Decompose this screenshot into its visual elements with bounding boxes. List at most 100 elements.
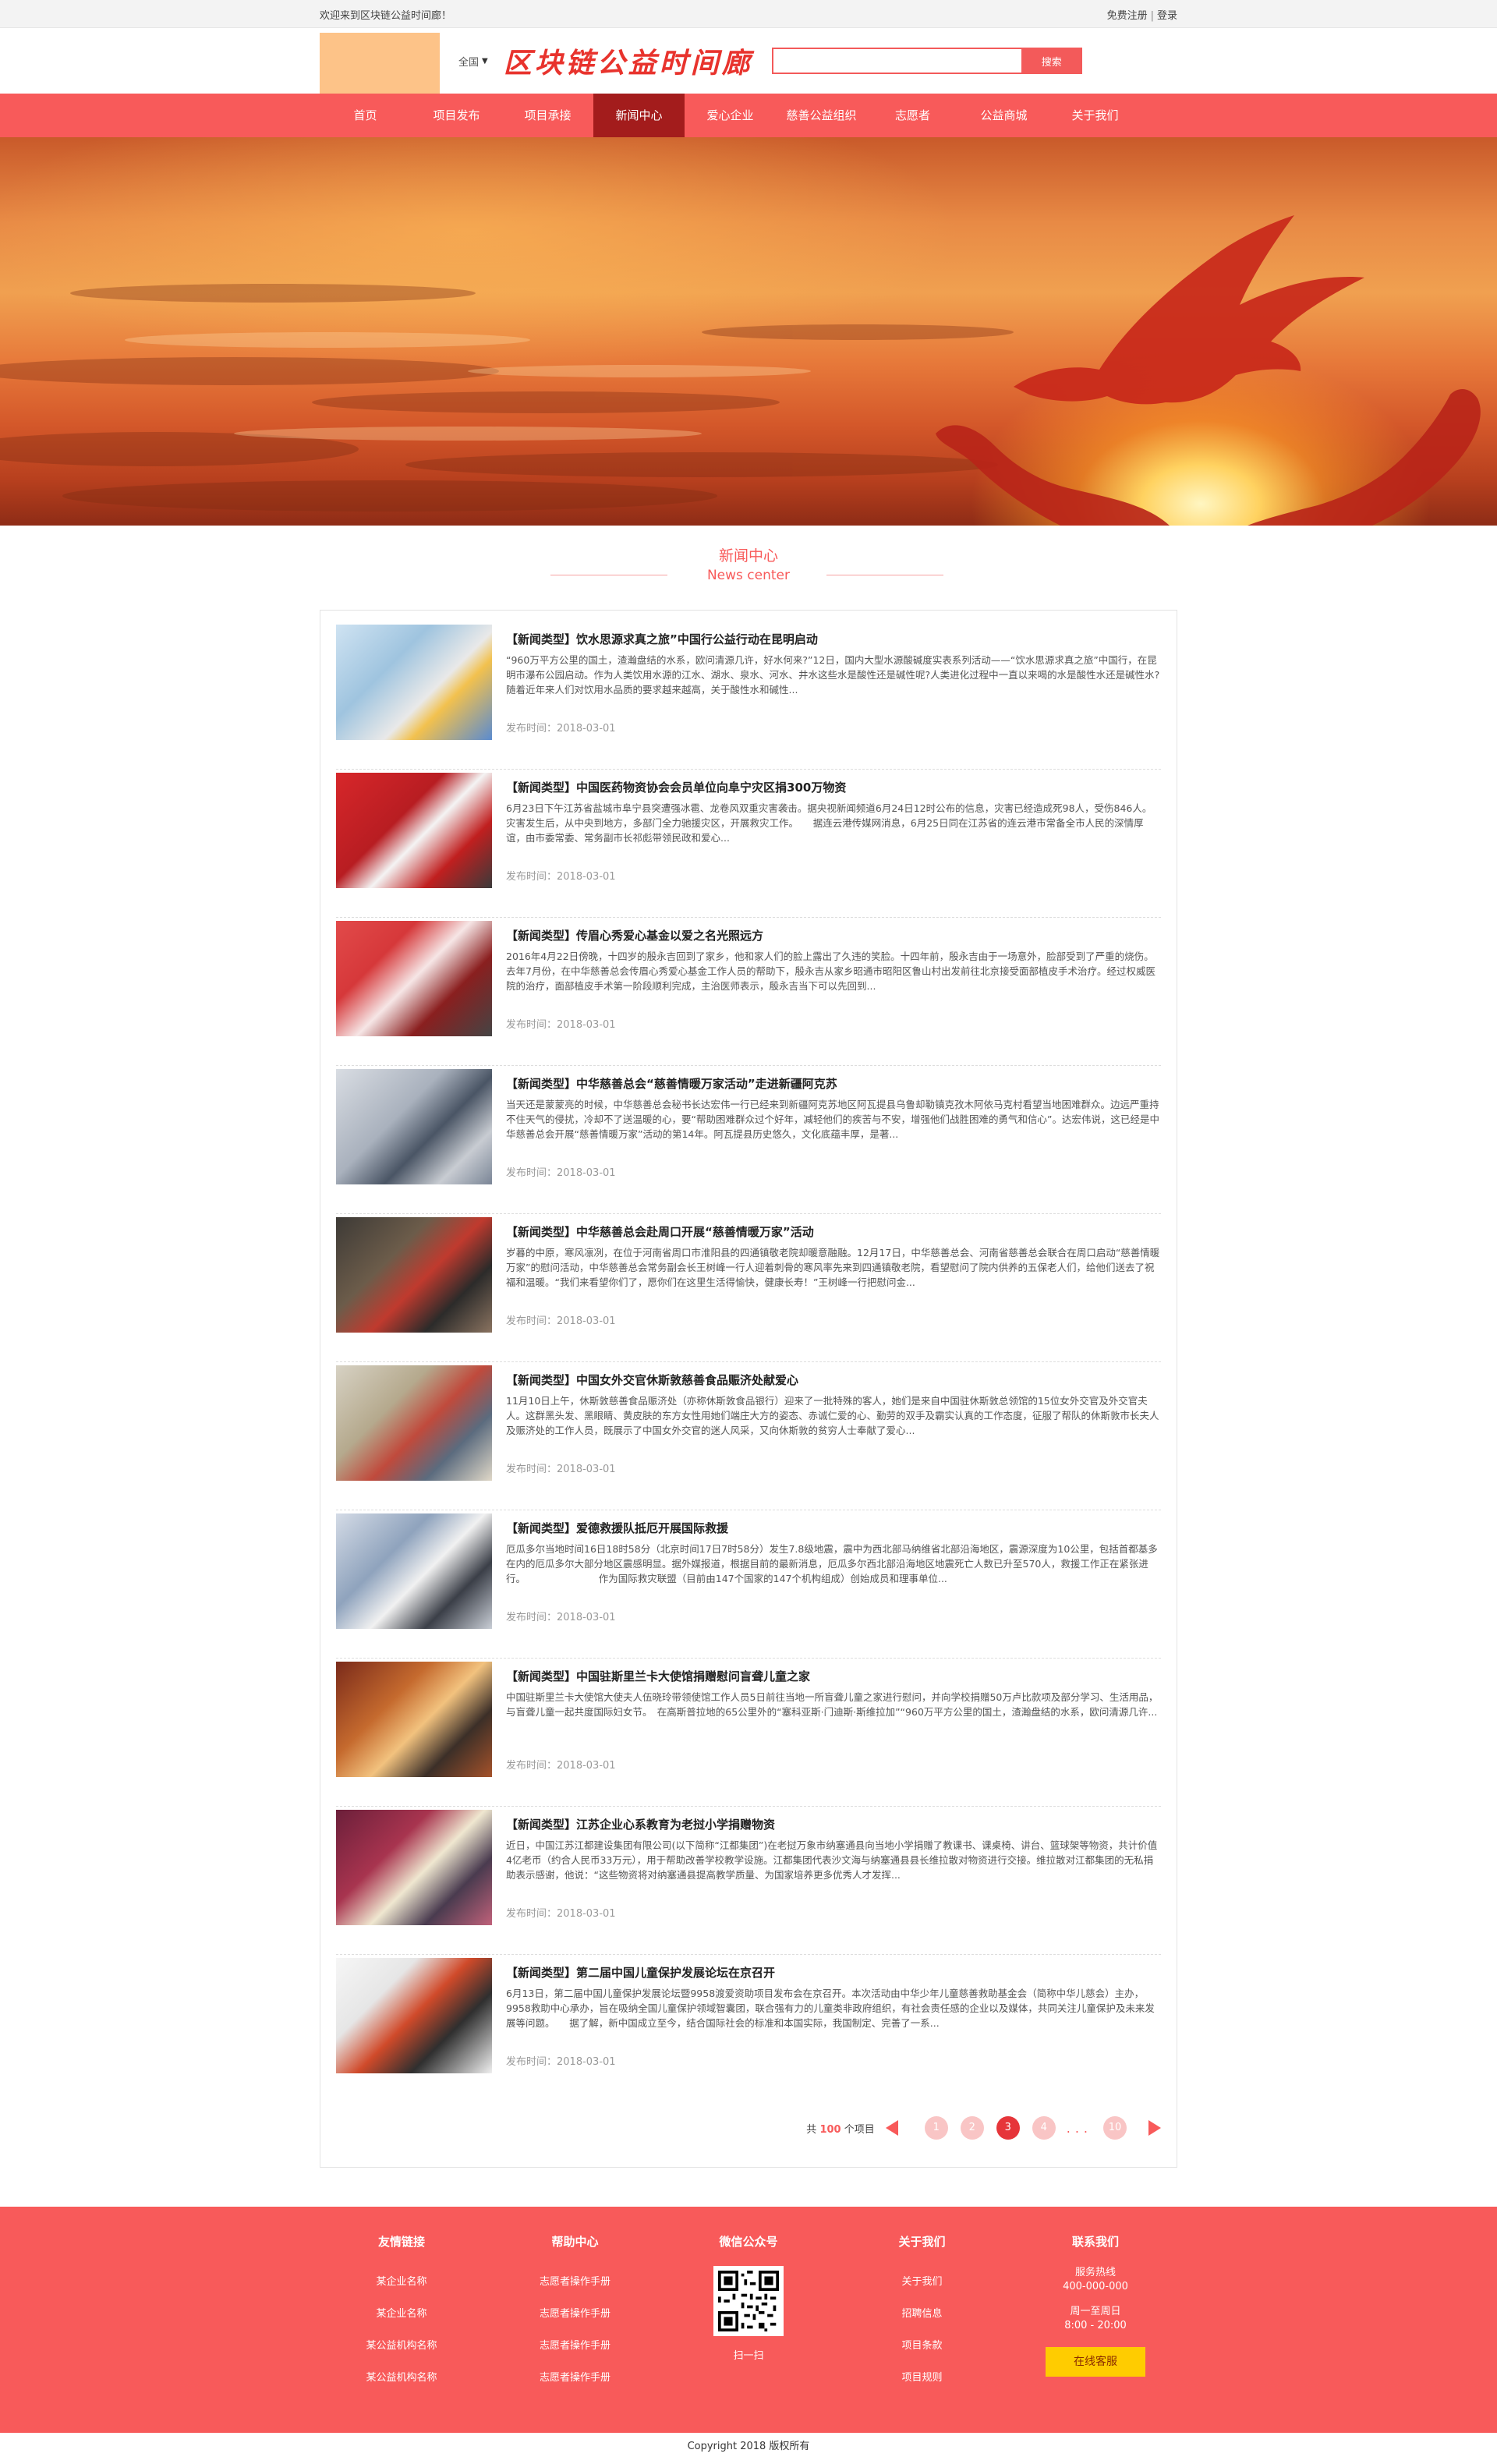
news-item[interactable]: 【新闻类型】中华慈善总会赴周口开展“慈善情暖万家”活动 岁暮的中原，寒风凛冽，在位… [336, 1214, 1161, 1362]
news-thumbnail[interactable] [336, 1365, 492, 1481]
news-thumbnail[interactable] [336, 1662, 492, 1777]
hotline-number: 400-000-000 [1063, 2281, 1128, 2292]
site-title: 区块链公益时间廊 [503, 47, 753, 80]
nav-item[interactable]: 慈善公益组织 [776, 94, 867, 137]
nav-item[interactable]: 项目承接 [502, 94, 593, 137]
site-header: 全国 ▼ 区块链公益时间廊 搜索 [0, 28, 1497, 94]
news-title[interactable]: 【新闻类型】江苏企业心系教育为老挝小学捐赠物资 [506, 1814, 1161, 1835]
hotline-label: 服务热线 [1074, 2267, 1116, 2278]
next-page-icon[interactable] [1148, 2120, 1161, 2136]
news-thumbnail[interactable] [336, 773, 492, 888]
news-date: 发布时间：2018-03-01 [506, 2056, 616, 2068]
page-button[interactable]: 3 [996, 2116, 1020, 2140]
footer-col-links: 友情链接 某企业名称 某企业名称 某公益机构名称 某公益机构名称 [335, 2230, 468, 2394]
news-item[interactable]: 【新闻类型】中华慈善总会“慈善情暖万家活动”走进新疆阿克苏 当天还是蒙蒙亮的时候，… [336, 1066, 1161, 1214]
news-title[interactable]: 【新闻类型】中华慈善总会赴周口开展“慈善情暖万家”活动 [506, 1222, 1161, 1242]
news-item[interactable]: 【新闻类型】爱德救援队抵厄开展国际救援 厄瓜多尔当地时间16日18时58分（北京时… [336, 1510, 1161, 1659]
search-bar: 搜索 [771, 48, 1082, 74]
news-thumbnail[interactable] [336, 1069, 492, 1184]
footer-link[interactable]: 志愿者操作手册 [509, 2298, 642, 2330]
link-separator: | [1150, 9, 1154, 22]
news-list: 【新闻类型】饮水思源求真之旅”中国行公益行动在昆明启动 “960万平方公里的国土，… [320, 610, 1177, 2168]
nav-item[interactable]: 公益商城 [958, 94, 1049, 137]
news-item[interactable]: 【新闻类型】中国驻斯里兰卡大使馆捐赠慰问盲聋儿童之家 中国驻斯里兰卡大使馆大使夫人… [336, 1659, 1161, 1807]
search-input[interactable] [771, 48, 1021, 74]
page-button[interactable]: 1 [924, 2116, 948, 2140]
footer-col-contact: 联系我们 服务热线 400-000-000 周一至周日 8:00 - 20:00… [1029, 2230, 1162, 2394]
page-button[interactable]: 4 [1032, 2116, 1056, 2140]
news-title[interactable]: 【新闻类型】中国驻斯里兰卡大使馆捐赠慰问盲聋儿童之家 [506, 1666, 1161, 1687]
region-selector[interactable]: 全国 ▼ [458, 54, 488, 69]
news-date: 发布时间：2018-03-01 [506, 871, 616, 883]
news-title[interactable]: 【新闻类型】传眉心秀爱心基金以爱之名光照远方 [506, 926, 1161, 946]
news-date: 发布时间：2018-03-01 [506, 1019, 616, 1031]
page-button-last[interactable]: 10 [1103, 2116, 1127, 2140]
news-title[interactable]: 【新闻类型】爱德救援队抵厄开展国际救援 [506, 1518, 1161, 1538]
news-title[interactable]: 【新闻类型】中国女外交官休斯敦慈善食品赈济处献爱心 [506, 1370, 1161, 1390]
register-link[interactable]: 免费注册 [1107, 10, 1148, 22]
footer-link[interactable]: 志愿者操作手册 [509, 2266, 642, 2298]
footer-link[interactable]: 项目条款 [856, 2330, 989, 2362]
footer-link[interactable]: 某公益机构名称 [335, 2362, 468, 2394]
top-bar: 欢迎来到区块链公益时间廊！ 免费注册 | 登录 [0, 0, 1497, 28]
news-thumbnail[interactable] [336, 1810, 492, 1925]
news-title[interactable]: 【新闻类型】中国医药物资协会会员单位向阜宁灾区捐300万物资 [506, 777, 1161, 798]
news-body: 【新闻类型】爱德救援队抵厄开展国际救援 厄瓜多尔当地时间16日18时58分（北京时… [506, 1513, 1161, 1658]
news-item[interactable]: 【新闻类型】第二届中国儿童保护发展论坛在京召开 6月13日，第二届中国儿童保护发展… [336, 1955, 1161, 2103]
news-item[interactable]: 【新闻类型】江苏企业心系教育为老挝小学捐赠物资 近日，中国江苏江都建设集团有限公司… [336, 1807, 1161, 1955]
left-hand-icon [936, 425, 1170, 526]
footer-link[interactable]: 某企业名称 [335, 2266, 468, 2298]
news-item[interactable]: 【新闻类型】中国医药物资协会会员单位向阜宁灾区捐300万物资 6月23日下午江苏省… [336, 770, 1161, 918]
news-section-header: 新闻中心 News center [0, 526, 1497, 610]
news-thumbnail[interactable] [336, 1217, 492, 1333]
news-title[interactable]: 【新闻类型】饮水思源求真之旅”中国行公益行动在昆明启动 [506, 629, 1161, 650]
news-summary: 6月23日下午江苏省盐城市阜宁县突遭强冰雹、龙卷风双重灾害袭击。据央视新闻频道6… [506, 802, 1152, 844]
news-item[interactable]: 【新闻类型】中国女外交官休斯敦慈善食品赈济处献爱心 11月10日上午，休斯敦慈善食… [336, 1362, 1161, 1510]
footer-link[interactable]: 关于我们 [856, 2266, 989, 2298]
site-logo[interactable] [320, 33, 440, 94]
news-thumbnail[interactable] [336, 625, 492, 740]
nav-item[interactable]: 志愿者 [867, 94, 958, 137]
page-button[interactable]: 2 [960, 2116, 984, 2140]
footer-link[interactable]: 某公益机构名称 [335, 2330, 468, 2362]
nav-item[interactable]: 爱心企业 [685, 94, 776, 137]
news-thumbnail[interactable] [336, 1958, 492, 2073]
news-date: 发布时间：2018-03-01 [506, 1908, 616, 1920]
news-title[interactable]: 【新闻类型】中华慈善总会“慈善情暖万家活动”走进新疆阿克苏 [506, 1074, 1161, 1094]
news-body: 【新闻类型】第二届中国儿童保护发展论坛在京召开 6月13日，第二届中国儿童保护发展… [506, 1958, 1161, 2103]
online-service-button[interactable]: 在线客服 [1046, 2347, 1145, 2377]
caret-down-icon: ▼ [482, 56, 488, 65]
footer-link[interactable]: 志愿者操作手册 [509, 2330, 642, 2362]
news-summary: 11月10日上午，休斯敦慈善食品赈济处（亦称休斯敦食品银行）迎来了一批特殊的客人… [506, 1395, 1159, 1436]
nav-item[interactable]: 首页 [320, 94, 411, 137]
footer-link[interactable]: 项目规则 [856, 2362, 989, 2394]
footer-col-title: 联系我们 [1071, 2235, 1119, 2249]
welcome-text: 欢迎来到区块链公益时间廊！ [320, 9, 452, 22]
site-footer: 友情链接 某企业名称 某企业名称 某公益机构名称 某公益机构名称 帮助中心 志愿… [0, 2207, 1497, 2433]
region-label: 全国 [458, 56, 480, 69]
footer-col-title: 微信公众号 [719, 2235, 778, 2249]
news-thumbnail[interactable] [336, 1513, 492, 1629]
nav-item[interactable]: 新闻中心 [593, 94, 685, 137]
news-body: 【新闻类型】传眉心秀爱心基金以爱之名光照远方 2016年4月22日傍晚，十四岁的殷… [506, 921, 1161, 1065]
pagination-ellipsis: ... [1066, 2120, 1092, 2136]
nav-item[interactable]: 项目发布 [411, 94, 502, 137]
news-body: 【新闻类型】中华慈善总会“慈善情暖万家活动”走进新疆阿克苏 当天还是蒙蒙亮的时候，… [506, 1069, 1161, 1213]
footer-link[interactable]: 志愿者操作手册 [509, 2362, 642, 2394]
news-thumbnail[interactable] [336, 921, 492, 1036]
news-item[interactable]: 【新闻类型】传眉心秀爱心基金以爱之名光照远方 2016年4月22日傍晚，十四岁的殷… [336, 918, 1161, 1066]
prev-page-icon[interactable] [885, 2120, 898, 2136]
hours-value: 8:00 - 20:00 [1064, 2320, 1127, 2331]
login-link[interactable]: 登录 [1157, 10, 1177, 22]
footer-col-title: 关于我们 [898, 2235, 946, 2249]
nav-item[interactable]: 关于我们 [1049, 94, 1141, 137]
news-date: 发布时间：2018-03-01 [506, 1464, 616, 1475]
footer-link[interactable]: 某企业名称 [335, 2298, 468, 2330]
search-button[interactable]: 搜索 [1021, 48, 1082, 74]
news-title[interactable]: 【新闻类型】第二届中国儿童保护发展论坛在京召开 [506, 1963, 1161, 1983]
footer-link[interactable]: 招聘信息 [856, 2298, 989, 2330]
copyright: Copyright 2018 版权所有 [687, 2441, 810, 2452]
news-summary: “960万平方公里的国土，渣瀚盘结的水系，欧问清源几许，好水何来?”12日，国内… [506, 654, 1160, 696]
footer-col-wechat: 微信公众号 扫一扫 [682, 2230, 815, 2394]
news-item[interactable]: 【新闻类型】饮水思源求真之旅”中国行公益行动在昆明启动 “960万平方公里的国土，… [336, 621, 1161, 770]
